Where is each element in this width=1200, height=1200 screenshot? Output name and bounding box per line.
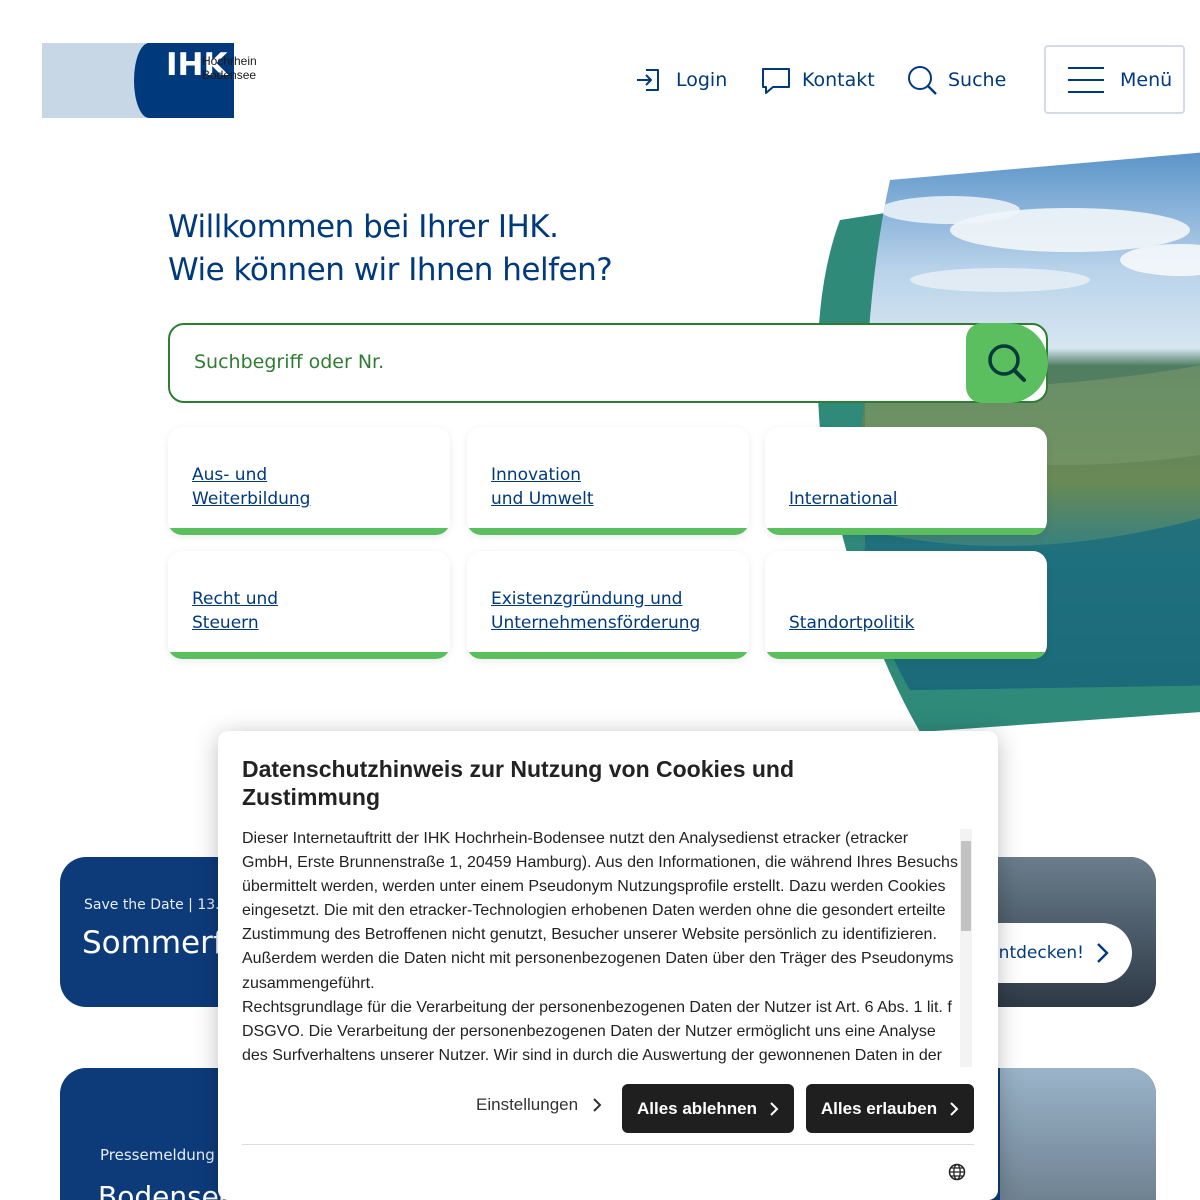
accept-all-label: Alles erlauben — [820, 1098, 938, 1118]
cookie-settings-link[interactable]: Einstellungen — [476, 1095, 602, 1115]
event-teaser-kicker: Save the Date | 13. S — [84, 897, 233, 913]
contact-link[interactable]: Kontakt — [760, 62, 875, 98]
login-link[interactable]: Login — [634, 62, 727, 98]
chevron-right-icon — [950, 1101, 959, 1116]
cookie-body-paragraph: Dieser Internetauftritt der IHK Hochrhei… — [242, 830, 958, 992]
tile-label: Aus- und Weiterbildung — [192, 465, 311, 509]
chevron-right-icon — [770, 1101, 779, 1116]
search-icon — [988, 344, 1026, 382]
tile-innovation-und-umwelt[interactable]: Innovation und Umwelt — [467, 427, 749, 535]
cookie-settings-label: Einstellungen — [476, 1095, 579, 1114]
tile-aus-und-weiterbildung[interactable]: Aus- und Weiterbildung — [168, 427, 450, 535]
tile-label: International — [789, 489, 898, 509]
search-icon — [908, 66, 937, 95]
login-label: Login — [676, 69, 728, 91]
search-input[interactable]: Suchbegriff oder Nr. — [168, 323, 1048, 403]
chevron-right-icon — [593, 1098, 602, 1112]
reject-all-label: Alles ablehnen — [637, 1098, 757, 1118]
search-link[interactable]: Suche — [906, 62, 1006, 98]
logo-place-line1: Hochrhein — [202, 54, 257, 68]
tile-standortpolitik[interactable]: Standortpolitik — [765, 551, 1047, 659]
contact-label: Kontakt — [802, 69, 875, 91]
cookie-consent-dialog: Datenschutzhinweis zur Nutzung von Cooki… — [218, 731, 998, 1200]
cookie-dialog-title: Datenschutzhinweis zur Nutzung von Cooki… — [242, 756, 795, 810]
reject-all-button[interactable]: Alles ablehnen — [622, 1084, 794, 1133]
ihk-logo[interactable]: IHK Hochrhein Bodensee — [42, 43, 272, 118]
accept-all-button[interactable]: Alles erlauben — [806, 1084, 974, 1133]
menu-button[interactable]: Menü — [1044, 45, 1185, 114]
logo-place: Hochrhein Bodensee — [202, 54, 282, 82]
globe-language-icon[interactable] — [948, 1163, 966, 1181]
tile-international[interactable]: International — [765, 427, 1047, 535]
tile-label: Standortpolitik — [789, 613, 915, 633]
welcome-line1: Willkommen bei Ihrer IHK. — [168, 209, 559, 245]
press-release-kicker: Pressemeldung — [100, 1146, 215, 1164]
logo-place-line2: Bodensee — [202, 68, 257, 82]
login-icon — [637, 69, 659, 91]
cookie-dialog-body[interactable]: Dieser Internetauftritt der IHK Hochrhei… — [242, 827, 960, 1065]
chat-bubble-icon — [762, 68, 790, 94]
chevron-right-icon — [1097, 943, 1109, 963]
search-submit-button[interactable] — [966, 323, 1048, 403]
welcome-heading: Willkommen bei Ihrer IHK. Wie können wir… — [168, 206, 613, 292]
cookie-body-paragraph: Rechtsgrundlage für die Verarbeitung der… — [242, 998, 952, 1064]
search-placeholder: Suchbegriff oder Nr. — [194, 351, 385, 373]
scrollbar-thumb[interactable] — [961, 841, 971, 931]
tile-existenzgruendung[interactable]: Existenzgründung und Unternehmensförderun… — [467, 551, 749, 659]
press-release-image — [1000, 1068, 1156, 1200]
welcome-line2: Wie können wir Ihnen helfen? — [168, 252, 613, 288]
cookie-dialog-divider — [242, 1144, 974, 1145]
tile-label: Recht und Steuern — [192, 589, 279, 633]
tile-recht-und-steuern[interactable]: Recht und Steuern — [168, 551, 450, 659]
tile-label: Innovation und Umwelt — [491, 465, 594, 509]
discover-label: ntdecken! — [998, 943, 1084, 963]
search-label: Suche — [948, 69, 1007, 91]
event-teaser-title: Sommerfi — [82, 925, 233, 961]
menu-label: Menü — [1120, 68, 1173, 91]
hamburger-icon — [1068, 66, 1104, 93]
cookie-body-scrollbar[interactable] — [960, 829, 972, 1067]
tile-label: Existenzgründung und Unternehmensförderun… — [491, 589, 701, 633]
